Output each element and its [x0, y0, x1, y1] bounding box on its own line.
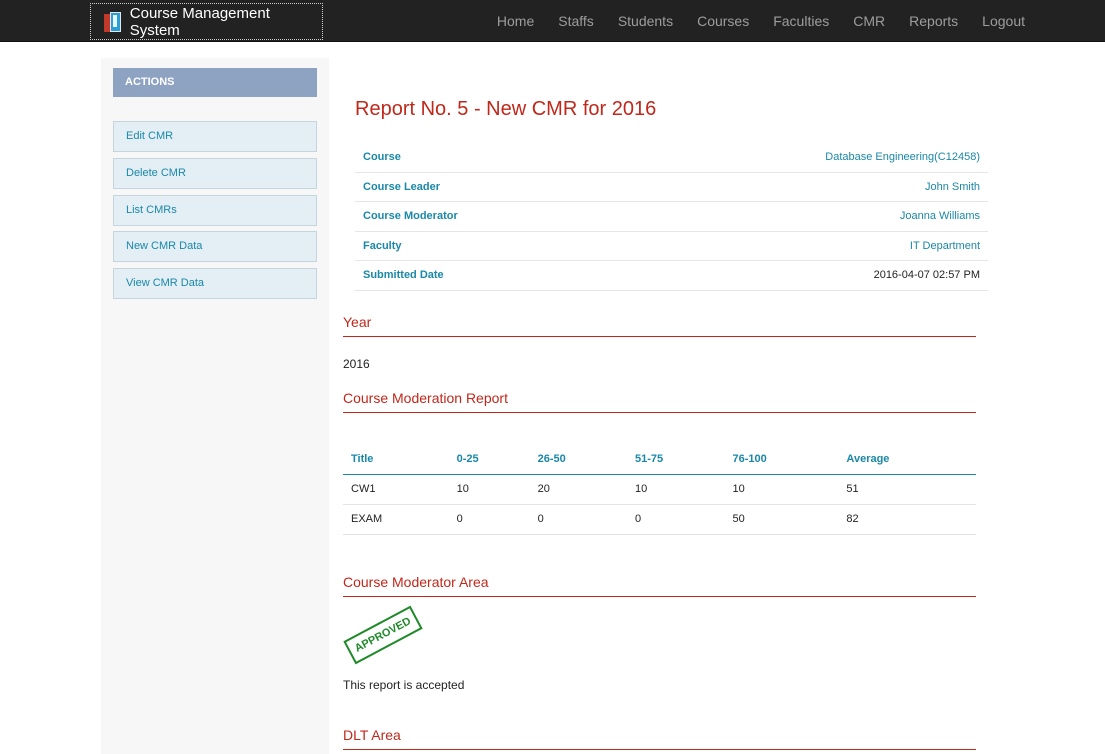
column-header: Average: [838, 444, 976, 475]
table-row: CW1 10 20 10 10 51: [343, 474, 976, 505]
delete-cmr-button[interactable]: Delete CMR: [113, 158, 317, 189]
detail-row-submitted-date: Submitted Date 2016-04-07 02:57 PM: [355, 261, 988, 291]
moderation-table: Title 0-25 26-50 51-75 76-100 Average CW…: [343, 444, 976, 535]
table-cell: 10: [724, 474, 839, 505]
book-logo-icon: [103, 11, 123, 33]
edit-cmr-button[interactable]: Edit CMR: [113, 121, 317, 152]
dlt-section-title: DLT Area: [343, 727, 976, 750]
detail-row-course-leader: Course Leader John Smith: [355, 173, 988, 202]
detail-label: Course Moderator: [363, 210, 458, 223]
detail-label: Faculty: [363, 239, 402, 252]
year-value: 2016: [343, 357, 370, 371]
table-cell: 0: [627, 504, 725, 535]
nav-staffs[interactable]: Staffs: [558, 13, 594, 29]
top-navbar: Course Management System Home Staffs Stu…: [0, 0, 1105, 42]
table-cell: 0: [448, 504, 530, 535]
table-cell: CW1: [343, 474, 449, 505]
report-details: Course Database Engineering(C12458) Cour…: [355, 143, 988, 291]
detail-row-faculty: Faculty IT Department: [355, 232, 988, 261]
nav-courses[interactable]: Courses: [697, 13, 749, 29]
detail-label: Submitted Date: [363, 269, 444, 282]
table-cell: 10: [627, 474, 725, 505]
main-nav: Home Staffs Students Courses Faculties C…: [473, 0, 1025, 42]
table-cell: 10: [448, 474, 530, 505]
column-header: 0-25: [448, 444, 530, 475]
column-header: 76-100: [724, 444, 839, 475]
course-link[interactable]: Database Engineering(C12458): [825, 151, 980, 163]
column-header: 51-75: [627, 444, 725, 475]
column-header: 26-50: [529, 444, 628, 475]
course-leader-link[interactable]: John Smith: [925, 181, 980, 193]
table-cell: EXAM: [343, 504, 449, 535]
nav-reports[interactable]: Reports: [909, 13, 958, 29]
sidebar: ACTIONS Edit CMR Delete CMR List CMRs Ne…: [101, 58, 329, 754]
approved-stamp: APPROVED: [343, 605, 423, 665]
nav-cmr[interactable]: CMR: [853, 13, 885, 29]
table-cell: 82: [838, 504, 976, 535]
page-title: Report No. 5 - New CMR for 2016: [355, 98, 657, 120]
column-header: Title: [343, 444, 449, 475]
moderator-note: This report is accepted: [343, 678, 465, 692]
table-cell: 50: [724, 504, 839, 535]
table-cell: 20: [529, 474, 628, 505]
table-cell: 0: [529, 504, 628, 535]
actions-header: ACTIONS: [113, 68, 317, 97]
faculty-link[interactable]: IT Department: [910, 240, 980, 252]
table-cell: 51: [838, 474, 976, 505]
detail-label: Course Leader: [363, 180, 441, 193]
list-cmrs-button[interactable]: List CMRs: [113, 195, 317, 226]
moderation-section-title: Course Moderation Report: [343, 390, 976, 413]
nav-logout[interactable]: Logout: [982, 13, 1025, 29]
table-header-row: Title 0-25 26-50 51-75 76-100 Average: [343, 444, 976, 475]
brand-link[interactable]: Course Management System: [90, 3, 323, 40]
submitted-date-value: 2016-04-07 02:57 PM: [873, 269, 980, 282]
moderator-section-title: Course Moderator Area: [343, 574, 976, 597]
new-cmr-data-button[interactable]: New CMR Data: [113, 231, 317, 262]
nav-home[interactable]: Home: [497, 13, 534, 29]
nav-faculties[interactable]: Faculties: [773, 13, 829, 29]
brand-title: Course Management System: [129, 4, 270, 39]
view-cmr-data-button[interactable]: View CMR Data: [113, 268, 317, 299]
detail-row-course-moderator: Course Moderator Joanna Williams: [355, 202, 988, 232]
detail-label: Course: [363, 151, 401, 164]
nav-students[interactable]: Students: [618, 13, 673, 29]
year-section-title: Year: [343, 314, 976, 337]
detail-row-course: Course Database Engineering(C12458): [355, 143, 988, 173]
table-row: EXAM 0 0 0 50 82: [343, 504, 976, 535]
course-moderator-link[interactable]: Joanna Williams: [900, 210, 980, 222]
